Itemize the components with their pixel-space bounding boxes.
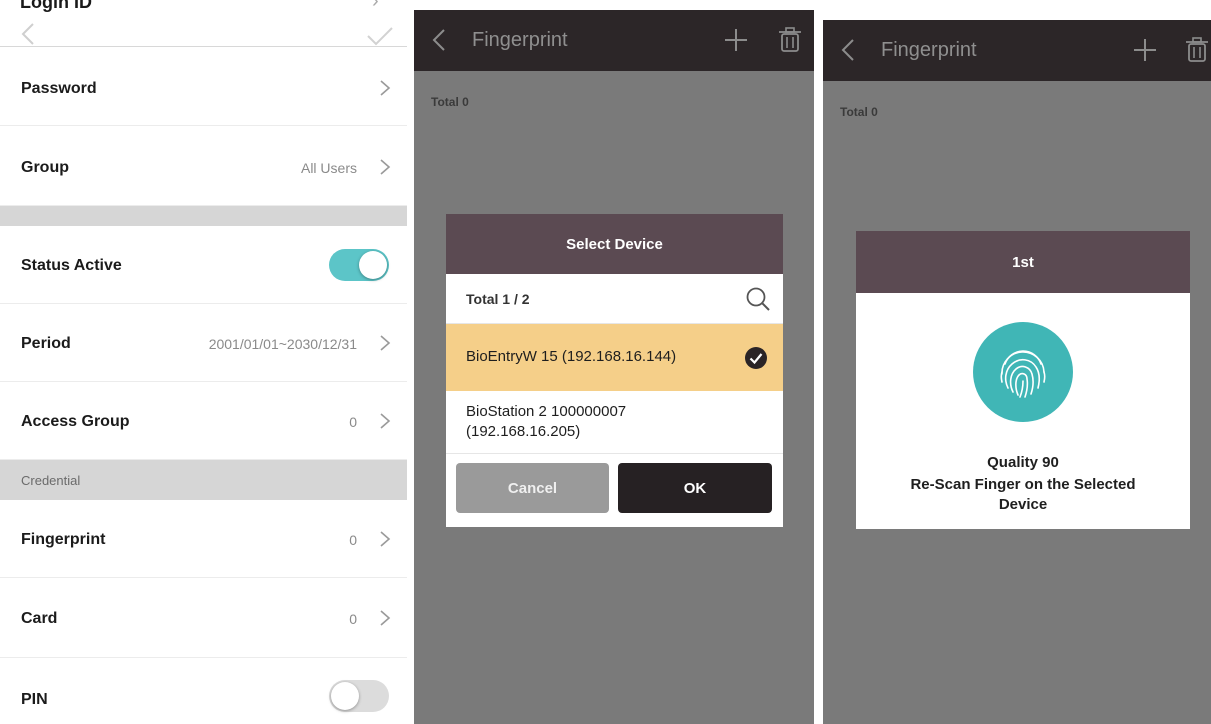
- toggle-knob: [359, 251, 387, 279]
- credential-section-label: Credential: [21, 473, 81, 488]
- ok-button[interactable]: OK: [618, 463, 772, 513]
- group-label: Group: [21, 159, 69, 176]
- quality-text: Quality 90: [987, 454, 1059, 471]
- dialog-buttons: Cancel OK: [446, 453, 783, 520]
- password-label: Password: [21, 80, 97, 97]
- status-active-label: Status Active: [21, 257, 122, 274]
- pin-label: PIN: [21, 691, 48, 708]
- rescan-message-line1: Re-Scan Finger on the Selected: [910, 476, 1136, 493]
- page-title: Fingerprint: [881, 39, 977, 61]
- password-row[interactable]: Password: [0, 48, 407, 126]
- dialog-title: Select Device: [446, 214, 783, 274]
- user-detail-screen: Login ID › Password Group All Users Stat…: [0, 0, 407, 724]
- access-group-label: Access Group: [21, 413, 130, 430]
- fingerprint-scan-screen: Fingerprint Total 0 1st Quality 90 Re-Sc…: [823, 20, 1211, 724]
- back-arrow-icon[interactable]: [841, 38, 855, 62]
- device-name: BioEntryW 15 (192.168.16.144): [466, 348, 677, 365]
- card-label: Card: [21, 610, 58, 627]
- chevron-right-icon: ›: [372, 0, 379, 12]
- search-icon[interactable]: [745, 286, 771, 312]
- device-option-bioentry[interactable]: BioEntryW 15 (192.168.16.144): [446, 324, 783, 391]
- total-count: Total 0: [431, 95, 469, 109]
- app-bar: Fingerprint: [823, 20, 1211, 81]
- period-row[interactable]: Period 2001/01/01~2030/12/31: [0, 304, 407, 382]
- select-device-screen: Fingerprint Total 0 Select Device Total …: [414, 10, 814, 724]
- chevron-right-icon: [380, 610, 391, 626]
- app-bar: Fingerprint: [414, 10, 814, 71]
- rescan-message-line2: Device: [998, 496, 1048, 513]
- chevron-right-icon: [380, 335, 391, 351]
- dialog-total-row: Total 1 / 2: [446, 274, 783, 324]
- card-row[interactable]: Card 0: [0, 578, 407, 658]
- access-group-value: 0: [349, 414, 357, 430]
- plus-icon[interactable]: [724, 28, 748, 52]
- header-bar: Login ID ›: [0, 0, 407, 48]
- login-id-label: Login ID: [20, 0, 92, 12]
- fingerprint-icon-badge: [973, 322, 1073, 422]
- back-arrow-icon[interactable]: [20, 22, 36, 46]
- status-active-row: Status Active: [0, 226, 407, 304]
- card-count: 0: [349, 611, 357, 627]
- trash-icon[interactable]: [1185, 37, 1209, 63]
- chevron-right-icon: [380, 531, 391, 547]
- dialog-total: Total 1 / 2: [466, 291, 530, 307]
- device-ip: (192.168.16.205): [466, 423, 581, 440]
- toggle-knob: [331, 682, 359, 710]
- fingerprint-label: Fingerprint: [21, 531, 106, 548]
- scan-dialog: 1st Quality 90 Re-Scan Finger on the Sel…: [856, 231, 1190, 529]
- total-count: Total 0: [840, 105, 878, 119]
- back-arrow-icon[interactable]: [432, 28, 446, 52]
- pin-row: PIN: [0, 658, 407, 724]
- fingerprint-row[interactable]: Fingerprint 0: [0, 500, 407, 578]
- select-device-dialog: Select Device Total 1 / 2 BioEntryW 15 (…: [446, 214, 783, 527]
- period-value: 2001/01/01~2030/12/31: [208, 336, 357, 352]
- device-name: BioStation 2 100000007: [466, 403, 627, 420]
- page-title: Fingerprint: [472, 29, 568, 51]
- plus-icon[interactable]: [1133, 38, 1157, 62]
- checkmark-icon[interactable]: [366, 26, 394, 46]
- chevron-right-icon: [380, 159, 391, 175]
- pin-toggle[interactable]: [329, 680, 389, 712]
- access-group-row[interactable]: Access Group 0: [0, 382, 407, 460]
- fingerprint-count: 0: [349, 532, 357, 548]
- section-separator: [0, 206, 407, 226]
- group-value: All Users: [300, 160, 357, 176]
- chevron-right-icon: [380, 413, 391, 429]
- check-circle-icon: [745, 347, 767, 369]
- cancel-button[interactable]: Cancel: [456, 463, 609, 513]
- trash-icon[interactable]: [778, 27, 802, 53]
- credential-section-header: Credential: [0, 460, 407, 500]
- scan-step-title: 1st: [856, 231, 1190, 293]
- status-active-toggle[interactable]: [329, 249, 389, 281]
- group-row[interactable]: Group All Users: [0, 126, 407, 206]
- divider: [0, 46, 407, 47]
- fingerprint-icon: [1000, 350, 1046, 398]
- chevron-right-icon: [380, 80, 391, 96]
- period-label: Period: [21, 335, 71, 352]
- device-option-biostation[interactable]: BioStation 2 100000007 (192.168.16.205): [446, 391, 783, 453]
